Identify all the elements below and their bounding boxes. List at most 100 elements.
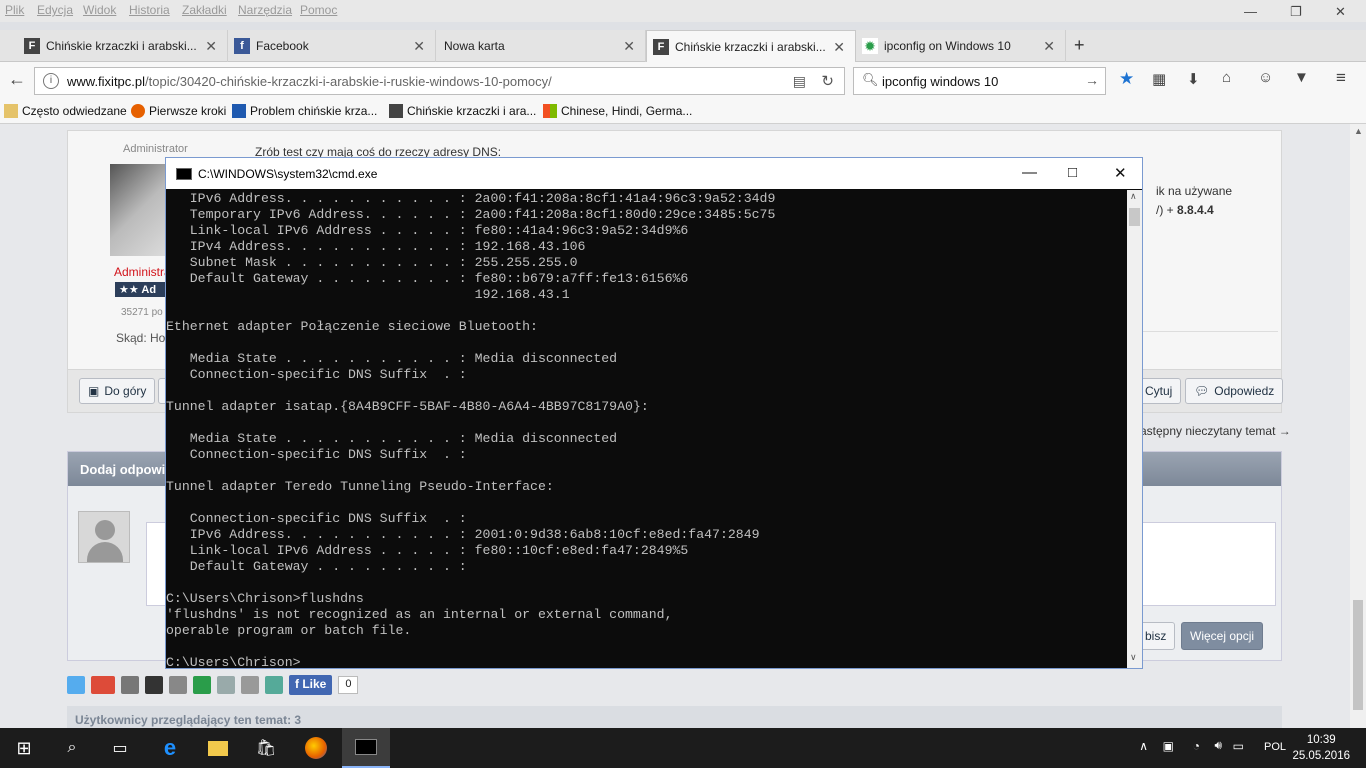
store-icon: 🛍︎ (255, 740, 277, 757)
menu-edit[interactable]: Edycja (37, 3, 73, 17)
reload-icon[interactable]: ↻ (821, 72, 834, 90)
post-text-line-2: ik na używane (1156, 184, 1233, 198)
scroll-up-icon[interactable]: ▲ (1354, 126, 1363, 136)
scroll-thumb[interactable] (1129, 208, 1140, 226)
cmd-title-bar[interactable]: C:\WINDOWS\system32\cmd.exe — □ ✕ (166, 158, 1142, 189)
author-name[interactable]: Administra (114, 265, 171, 279)
menu-history[interactable]: Historia (129, 3, 170, 17)
start-button[interactable]: ⊞ (0, 728, 48, 768)
bookmarks-list-icon[interactable]: ▦ (1152, 70, 1166, 88)
info-icon[interactable]: i (43, 73, 59, 89)
page-scrollbar[interactable]: ▲ (1350, 124, 1366, 728)
search-go-arrow-icon[interactable]: → (1085, 72, 1099, 88)
firefox-taskbar-button[interactable] (292, 728, 340, 768)
scroll-up-icon[interactable]: ∧ (1130, 191, 1137, 202)
minimize-icon[interactable]: — (1244, 4, 1257, 19)
search-button[interactable]: ⌕ (48, 728, 96, 768)
cmd-window[interactable]: C:\WINDOWS\system32\cmd.exe — □ ✕ IPv6 A… (165, 157, 1143, 669)
firefox-icon (131, 104, 145, 118)
volume-icon[interactable]: 🔊︎ (1214, 738, 1222, 753)
menu-tools[interactable]: Narzędzia (238, 3, 292, 17)
digg-icon[interactable] (121, 676, 139, 694)
clock[interactable]: 10:39 25.05.2016 (1292, 732, 1350, 764)
back-arrow-icon[interactable]: ← (8, 69, 26, 90)
task-view-button[interactable]: ▭ (96, 728, 144, 768)
new-tab-plus-icon[interactable]: + (1074, 35, 1085, 56)
store-taskbar-button[interactable]: 🛍︎ (242, 728, 290, 768)
edge-taskbar-button[interactable]: e (146, 728, 194, 768)
restore-icon[interactable]: ❐ (1290, 4, 1302, 20)
search-input[interactable] (882, 73, 1072, 89)
bookmark-chinskie-krzaczki[interactable]: Chińskie krzaczki i ara... (389, 104, 536, 118)
menu-help[interactable]: Pomoc (300, 3, 337, 17)
console-line: Connection-specific DNS Suffix . : (166, 447, 467, 462)
stumbleupon-icon[interactable] (193, 676, 211, 694)
next-unread-topic-link[interactable]: astępny nieczytany temat → (1140, 424, 1291, 438)
network-device-icon[interactable]: ▣ (1163, 739, 1174, 753)
console-line: Link-local IPv6 Address . . . . . : fe80… (166, 223, 689, 238)
cmd-scrollbar[interactable]: ∧ ∨ (1127, 190, 1142, 668)
bookmark-most-visited[interactable]: Często odwiedzane (4, 104, 127, 118)
wifi-icon[interactable]: ◔ (1193, 739, 1200, 753)
tab-label: ipconfig on Windows 10 (884, 39, 1011, 53)
reply-button[interactable]: 💬︎ Odpowiedz (1185, 378, 1284, 404)
tab-chinskie-1[interactable]: F Chińskie krzaczki i arabski... ✕ (18, 30, 228, 62)
home-icon[interactable]: ⌂ (1222, 69, 1231, 86)
bookmark-problem-chinskie[interactable]: Problem chińskie krza... (232, 104, 377, 118)
url-bar[interactable]: i www.fixitpc.pl/topic/30420-chińskie-kr… (34, 67, 845, 95)
go-to-top-button[interactable]: ▣ Do góry (79, 378, 156, 404)
menu-view[interactable]: Widok (83, 3, 116, 17)
delicious-icon[interactable] (145, 676, 163, 694)
tab-close-icon[interactable]: ✕ (1043, 38, 1055, 55)
language-indicator[interactable]: POL (1264, 741, 1286, 753)
facebook-like-button[interactable]: f Like (289, 675, 333, 695)
more-options-button[interactable]: Więcej opcji (1181, 622, 1264, 650)
maximize-icon[interactable]: □ (1068, 164, 1077, 181)
print-icon[interactable] (241, 676, 259, 694)
menu-bookmarks[interactable]: Zakładki (182, 3, 227, 17)
hamburger-menu-icon[interactable]: ≡ (1336, 68, 1346, 88)
console-line: Media State . . . . . . . . . . . : Medi… (166, 431, 618, 446)
menu-file[interactable]: Plik (5, 3, 24, 17)
tab-close-icon[interactable]: ✕ (413, 38, 425, 55)
reader-view-icon[interactable]: ▤ (793, 73, 806, 90)
microsoft-logo-icon (543, 104, 557, 118)
notification-icon[interactable]: ▭ (1233, 739, 1244, 753)
bookmark-getting-started[interactable]: Pierwsze kroki (131, 104, 226, 118)
author-location: Skąd: Ho (116, 331, 166, 345)
tab-close-icon[interactable]: ✕ (833, 39, 845, 56)
author-avatar[interactable] (110, 164, 170, 256)
pocket-icon[interactable]: ▼ (1294, 69, 1309, 86)
email-icon[interactable] (217, 676, 235, 694)
bookmark-chinese-hindi[interactable]: Chinese, Hindi, Germa... (543, 104, 692, 118)
tab-ipconfig[interactable]: ✹ ipconfig on Windows 10 ✕ (856, 30, 1066, 62)
tab-chinskie-active[interactable]: F Chińskie krzaczki i arabski... ✕ (646, 30, 856, 63)
smiley-icon[interactable]: ☺ (1258, 69, 1273, 86)
minimize-icon[interactable]: — (1022, 164, 1037, 181)
console-output[interactable]: IPv6 Address. . . . . . . . . . . : 2a00… (166, 190, 1126, 668)
show-hidden-icons-chevron-icon[interactable]: ∧ (1139, 739, 1148, 753)
twitter-icon[interactable] (67, 676, 85, 694)
menu-bar: Plik Edycja Widok Historia Zakładki Narz… (0, 0, 1366, 22)
cmd-taskbar-button[interactable] (342, 728, 390, 768)
scroll-thumb[interactable] (1353, 600, 1363, 710)
download-icon[interactable] (265, 676, 283, 694)
explorer-taskbar-button[interactable] (194, 728, 242, 768)
google-plus-icon[interactable] (91, 676, 115, 694)
downloads-icon[interactable]: ⬇ (1187, 70, 1200, 88)
scroll-down-icon[interactable]: ∨ (1130, 652, 1137, 663)
close-icon[interactable]: ✕ (1114, 164, 1127, 182)
tab-close-icon[interactable]: ✕ (205, 38, 217, 55)
search-bar[interactable]: 🔍︎ → (853, 67, 1106, 95)
bookmark-star-icon[interactable]: ★ (1119, 69, 1134, 89)
tab-new-tab[interactable]: Nowa karta ✕ (436, 30, 646, 62)
reddit-icon[interactable] (169, 676, 187, 694)
like-count: 0 (338, 676, 359, 694)
tab-facebook[interactable]: f Facebook ✕ (228, 30, 436, 62)
close-icon[interactable]: ✕ (1335, 4, 1346, 20)
tab-close-icon[interactable]: ✕ (623, 38, 635, 55)
search-icon: ⌕ (67, 739, 77, 756)
tab-label: Chińskie krzaczki i arabski... (46, 39, 197, 53)
